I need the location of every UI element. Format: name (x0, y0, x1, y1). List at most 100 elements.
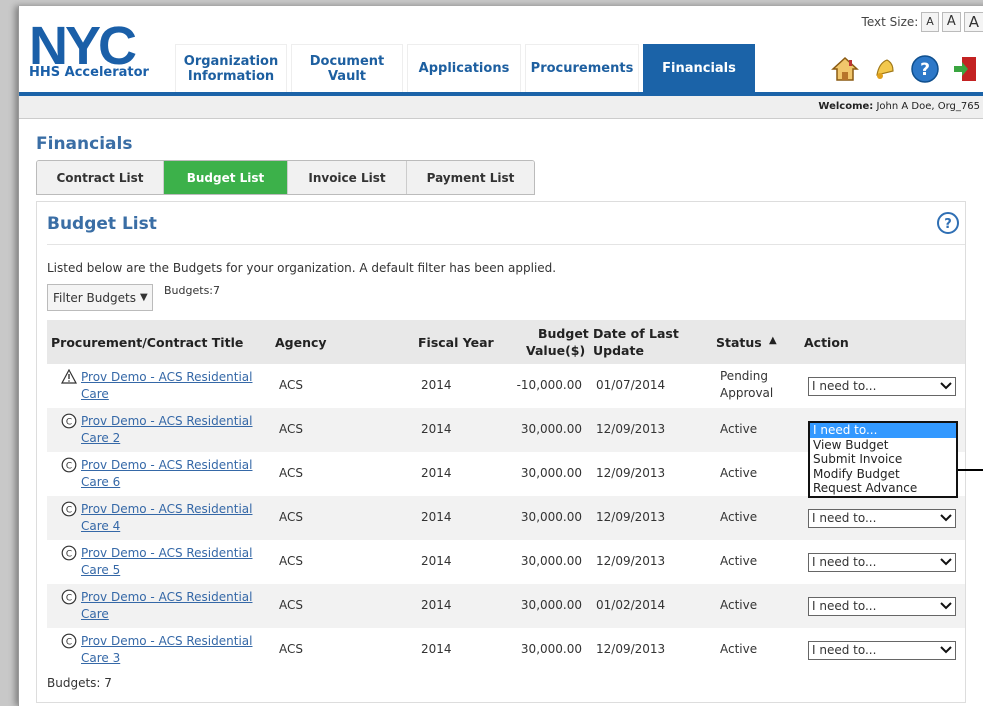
nav-tab-financials[interactable]: Financials (643, 44, 755, 92)
contract-title-link[interactable]: Prov Demo - ACS Residential Care 4 (81, 501, 252, 535)
chevron-down-icon (940, 598, 952, 619)
copyright-icon: C (61, 633, 77, 649)
contract-title-line1: Prov Demo - ACS Residential (81, 546, 253, 560)
contract-title-line2: Care (81, 607, 109, 621)
action-select-value: I need to... (812, 599, 877, 613)
contract-title-line2: Care 2 (81, 431, 121, 445)
filter-budgets-button[interactable]: Filter Budgets ▼ (47, 284, 153, 311)
budget-table: Procurement/Contract Title Agency Fiscal… (47, 320, 965, 676)
contract-title-link[interactable]: Prov Demo - ACS Residential Care 3 (81, 633, 252, 667)
svg-text:C: C (66, 418, 72, 428)
tab-budget-list[interactable]: Budget List (164, 161, 288, 194)
contract-title-link[interactable]: Prov Demo - ACS Residential Care 6 (81, 457, 252, 491)
intro-text: Listed below are the Budgets for your or… (47, 261, 557, 275)
date-cell: 12/09/2013 (596, 642, 666, 656)
contract-title-line1: Prov Demo - ACS Residential (81, 634, 253, 648)
dropdown-option[interactable]: View Budget (810, 438, 956, 453)
nav-tab-applications[interactable]: Applications (407, 44, 521, 92)
tab-invoice-list[interactable]: Invoice List (288, 161, 407, 194)
text-size-large-button[interactable]: A (963, 12, 983, 32)
dropdown-option[interactable]: Request Advance (810, 481, 956, 496)
panel-divider (47, 244, 965, 245)
action-dropdown-open[interactable]: I need to... View Budget Submit Invoice Mod… (808, 421, 958, 498)
panel-title: Budget List (47, 214, 157, 234)
svg-text:C: C (66, 462, 72, 472)
logout-icon[interactable] (950, 54, 980, 84)
action-select-value: I need to... (812, 643, 877, 657)
budget-value-cell: 30,000.00 (520, 554, 582, 568)
chevron-down-icon (940, 378, 952, 399)
welcome-bar: Welcome: John A Doe, Org_765 (19, 96, 983, 119)
fiscal-year-cell: 2014 (421, 510, 452, 524)
svg-text:C: C (66, 594, 72, 604)
nav-tab-document-vault[interactable]: Document Vault (291, 44, 403, 92)
fiscal-year-cell: 2014 (421, 378, 452, 392)
text-size-small-button[interactable]: A (921, 12, 939, 32)
dropdown-option[interactable]: Modify Budget (810, 467, 956, 482)
panel-help-icon[interactable]: ? (937, 212, 959, 234)
budget-value-cell: -10,000.00 (516, 378, 582, 392)
svg-text:C: C (66, 550, 72, 560)
agency-cell: ACS (279, 510, 303, 524)
chevron-down-icon (940, 510, 952, 531)
table-row: C Prov Demo - ACS Residential Care ACS 2014 3… (47, 584, 965, 628)
col-date-line1[interactable]: Date of Last (593, 326, 679, 341)
contract-title-link[interactable]: Prov Demo - ACS Residential Care (81, 369, 252, 403)
col-date-line2[interactable]: Update (593, 343, 644, 358)
app-window: NYC HHS Accelerator Text Size: A A A Org… (18, 6, 983, 706)
home-icon[interactable] (830, 54, 860, 84)
sort-ascending-icon[interactable]: ▲ (769, 335, 777, 346)
status-cell-line1: Pending (720, 369, 768, 383)
action-select[interactable]: I need to... (808, 377, 956, 396)
main-nav: Organization Information Document Vault … (175, 44, 759, 92)
budget-value-cell: 30,000.00 (520, 466, 582, 480)
text-size-control: Text Size: A A A (862, 12, 983, 32)
fiscal-year-cell: 2014 (421, 554, 452, 568)
dropdown-option[interactable]: I need to... (810, 423, 956, 438)
action-select[interactable]: I need to... (808, 641, 956, 660)
text-size-medium-button[interactable]: A (941, 12, 961, 32)
action-select[interactable]: I need to... (808, 553, 956, 572)
nav-tab-procurements[interactable]: Procurements (525, 44, 639, 92)
budget-value-cell: 30,000.00 (520, 598, 582, 612)
tab-payment-list[interactable]: Payment List (407, 161, 534, 194)
action-select-value: I need to... (812, 555, 877, 569)
copyright-icon: C (61, 457, 77, 473)
agency-cell: ACS (279, 642, 303, 656)
contract-title-link[interactable]: Prov Demo - ACS Residential Care (81, 589, 252, 623)
contract-title-link[interactable]: Prov Demo - ACS Residential Care 2 (81, 413, 252, 447)
contract-title-line2: Care 3 (81, 651, 121, 665)
budget-list-panel: Budget List ? Listed below are the Budge… (36, 201, 966, 703)
col-status[interactable]: Status (716, 335, 762, 350)
alert-bell-icon[interactable] (870, 54, 900, 84)
action-select[interactable]: I need to... (808, 597, 956, 616)
help-icon[interactable]: ? (910, 54, 940, 84)
col-title[interactable]: Procurement/Contract Title (51, 335, 243, 350)
action-select[interactable]: I need to... (808, 509, 956, 528)
contract-title-line1: Prov Demo - ACS Residential (81, 590, 253, 604)
col-fiscal-year[interactable]: Fiscal Year (418, 335, 494, 350)
svg-text:?: ? (920, 60, 930, 80)
col-agency[interactable]: Agency (275, 335, 327, 350)
col-action[interactable]: Action (804, 335, 849, 350)
agency-cell: ACS (279, 466, 303, 480)
budgets-count-footer: Budgets: 7 (47, 676, 112, 690)
contract-title-line1: Prov Demo - ACS Residential (81, 458, 253, 472)
tab-contract-list[interactable]: Contract List (37, 161, 164, 194)
date-cell: 01/02/2014 (596, 598, 666, 612)
col-budget-value-line1[interactable]: Budget (538, 326, 589, 341)
welcome-label: Welcome: (818, 101, 874, 112)
nav-tab-organization[interactable]: Organization Information (175, 44, 287, 92)
contract-title-line1: Prov Demo - ACS Residential (81, 502, 253, 516)
date-cell: 12/09/2013 (596, 422, 666, 436)
header: NYC HHS Accelerator Text Size: A A A Org… (19, 6, 983, 92)
budget-value-cell: 30,000.00 (520, 422, 582, 436)
fiscal-year-cell: 2014 (421, 642, 452, 656)
contract-title-line2: Care (81, 387, 109, 401)
contract-title-link[interactable]: Prov Demo - ACS Residential Care 5 (81, 545, 252, 579)
table-row: Prov Demo - ACS Residential Care ACS 2014 -1… (47, 364, 965, 408)
date-cell: 12/09/2013 (596, 466, 666, 480)
dropdown-option[interactable]: Submit Invoice (810, 452, 956, 467)
budgets-count: Budgets:7 (164, 284, 220, 297)
col-budget-value-line2[interactable]: Value($) (526, 343, 585, 358)
